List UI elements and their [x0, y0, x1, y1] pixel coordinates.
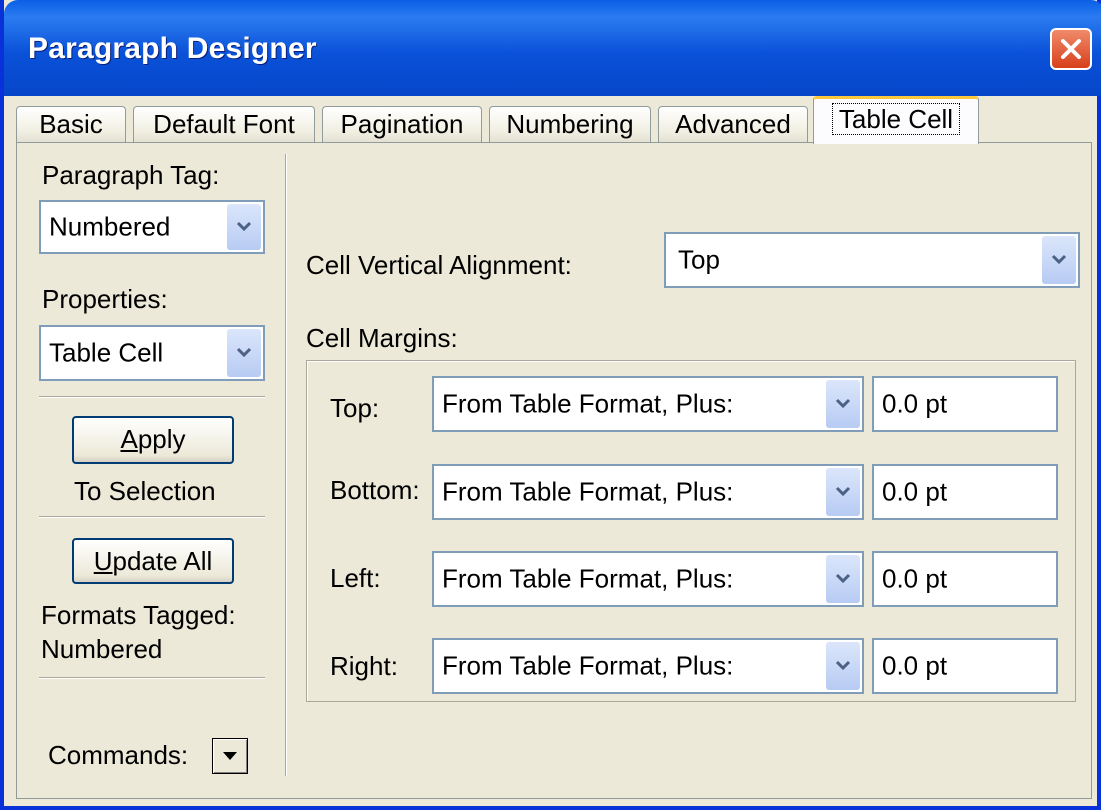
margin-left-label: Left:: [330, 563, 381, 593]
margin-bottom-source-select[interactable]: From Table Format, Plus:: [432, 464, 864, 520]
margin-left-input[interactable]: 0.0 pt: [872, 551, 1058, 607]
apply-accel: A: [120, 424, 138, 454]
divider: [39, 677, 265, 679]
tab-label: Advanced: [675, 109, 791, 139]
properties-select[interactable]: Table Cell: [39, 325, 265, 381]
chevron-down-icon: [236, 221, 252, 232]
cell-vertical-alignment-dropdown-button[interactable]: [1042, 236, 1076, 284]
tab-table-cell[interactable]: Table Cell: [813, 96, 979, 144]
margin-top-source-value: From Table Format, Plus:: [442, 388, 734, 419]
paragraph-tag-dropdown-button[interactable]: [227, 204, 261, 250]
margin-left-dropdown-button[interactable]: [826, 555, 860, 603]
margin-left-source-select[interactable]: From Table Format, Plus:: [432, 551, 864, 607]
margin-right-dropdown-button[interactable]: [826, 642, 860, 690]
margin-left-value: 0.0 pt: [882, 563, 948, 594]
properties-value: Table Cell: [49, 337, 164, 368]
close-icon: [1061, 39, 1081, 59]
tab-pagination[interactable]: Pagination: [322, 106, 482, 142]
commands-menu-button[interactable]: [212, 738, 248, 774]
paragraph-tag-select[interactable]: Numbered: [39, 200, 265, 254]
chevron-down-icon: [835, 398, 851, 409]
properties-label: Properties:: [42, 284, 168, 314]
chevron-down-icon: [1051, 254, 1067, 265]
update-all-accel: U: [93, 546, 113, 576]
margin-right-source-select[interactable]: From Table Format, Plus:: [432, 638, 864, 694]
triangle-down-icon: [223, 752, 237, 760]
paragraph-tag-label: Paragraph Tag:: [42, 160, 220, 190]
to-selection-label: To Selection: [74, 476, 216, 506]
margin-bottom-dropdown-button[interactable]: [826, 468, 860, 516]
margin-bottom-input[interactable]: 0.0 pt: [872, 464, 1058, 520]
margin-top-dropdown-button[interactable]: [826, 380, 860, 428]
paragraph-tag-value: Numbered: [49, 211, 171, 242]
tab-basic[interactable]: Basic: [16, 106, 126, 142]
apply-button[interactable]: Apply: [72, 416, 234, 464]
cell-vertical-alignment-value: Top: [678, 244, 720, 275]
margin-left-source-value: From Table Format, Plus:: [442, 563, 734, 594]
tab-numbering[interactable]: Numbering: [489, 106, 651, 142]
margin-top-input[interactable]: 0.0 pt: [872, 376, 1058, 432]
tab-label: Default Font: [153, 109, 295, 139]
title-bar[interactable]: Paragraph Designer: [4, 0, 1101, 96]
dialog-window: Paragraph Designer Basic Default Font Pa…: [0, 0, 1101, 810]
tab-advanced[interactable]: Advanced: [658, 106, 808, 142]
update-all-label-rest: pdate All: [112, 546, 213, 576]
chevron-down-icon: [236, 347, 252, 358]
update-all-button[interactable]: Update All: [72, 538, 234, 584]
margin-top-source-select[interactable]: From Table Format, Plus:: [432, 376, 864, 432]
formats-tagged-label: Formats Tagged:: [41, 600, 236, 630]
chevron-down-icon: [835, 486, 851, 497]
tab-label: Table Cell: [831, 103, 961, 135]
chevron-down-icon: [835, 573, 851, 584]
window-title: Paragraph Designer: [28, 32, 317, 65]
margin-right-value: 0.0 pt: [882, 650, 948, 681]
margin-bottom-value: 0.0 pt: [882, 476, 948, 507]
margin-bottom-source-value: From Table Format, Plus:: [442, 476, 734, 507]
margin-right-input[interactable]: 0.0 pt: [872, 638, 1058, 694]
cell-vertical-alignment-select[interactable]: Top: [664, 232, 1080, 288]
close-button[interactable]: [1050, 28, 1092, 70]
tab-label: Numbering: [506, 109, 634, 139]
cell-margins-label: Cell Margins:: [306, 323, 458, 353]
tab-label: Basic: [39, 109, 103, 139]
tab-label: Pagination: [340, 109, 464, 139]
properties-dropdown-button[interactable]: [227, 329, 261, 377]
margin-right-label: Right:: [330, 651, 398, 681]
chevron-down-icon: [835, 660, 851, 671]
commands-label: Commands:: [48, 740, 189, 770]
column-divider: [285, 154, 287, 776]
divider: [39, 516, 265, 518]
margin-right-source-value: From Table Format, Plus:: [442, 650, 734, 681]
margin-top-label: Top:: [330, 393, 380, 423]
tab-default-font[interactable]: Default Font: [133, 106, 315, 142]
formats-tagged-value: Numbered: [41, 634, 163, 664]
margin-bottom-label: Bottom:: [330, 475, 420, 505]
cell-vertical-alignment-label: Cell Vertical Alignment:: [306, 250, 572, 280]
margin-top-value: 0.0 pt: [882, 388, 948, 419]
divider: [39, 396, 265, 398]
apply-label-rest: pply: [137, 424, 186, 454]
